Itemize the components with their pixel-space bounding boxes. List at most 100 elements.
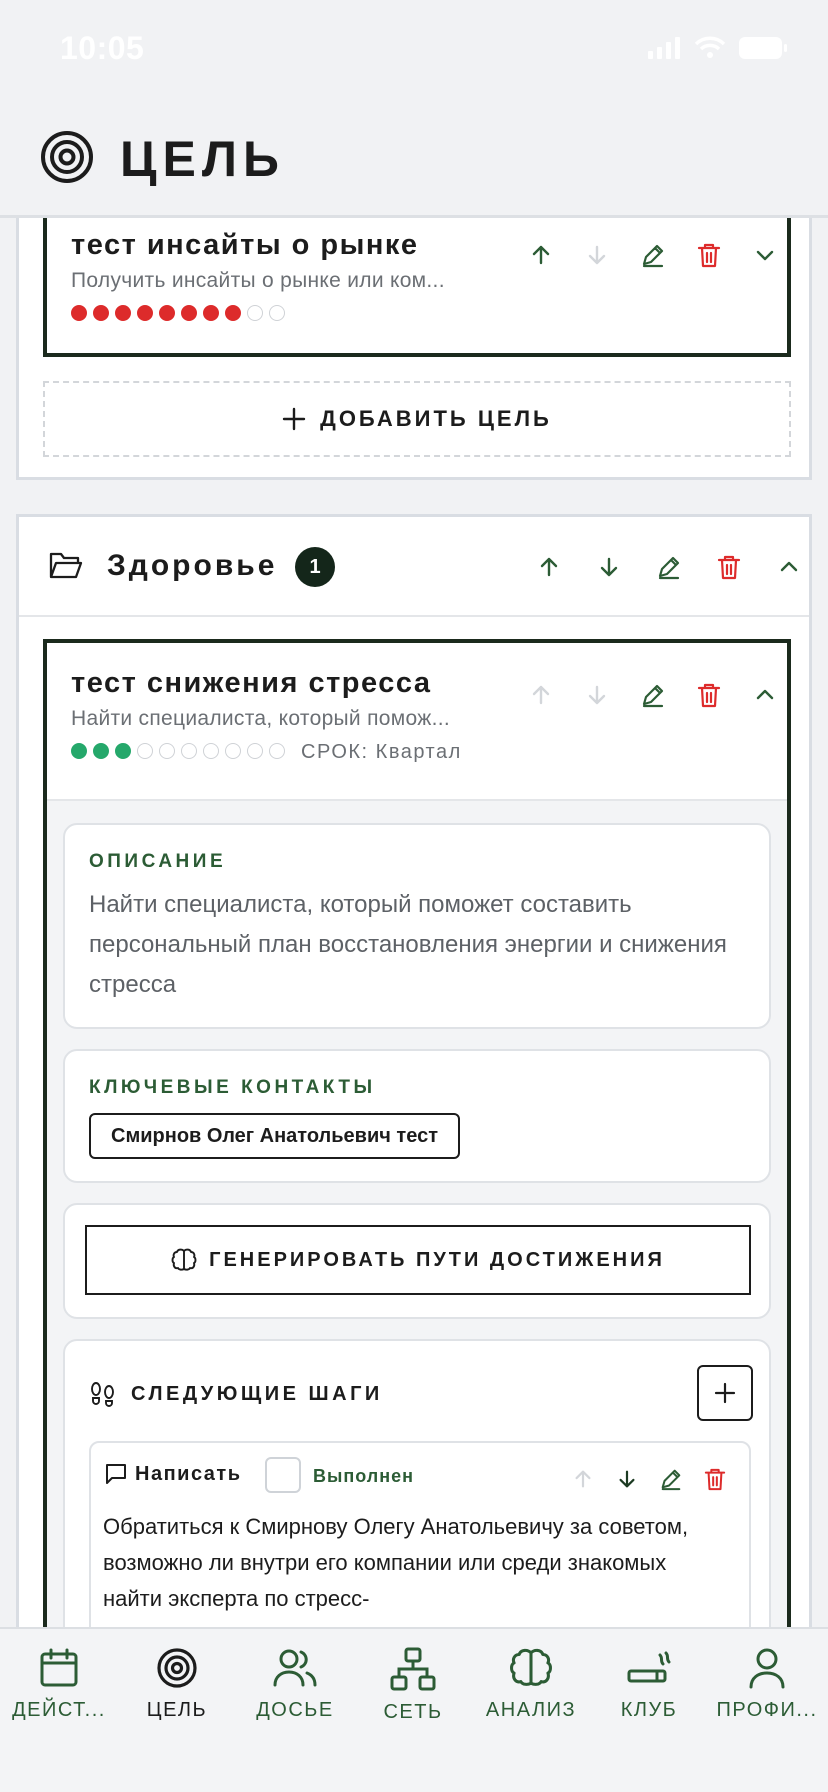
bottom-nav: ДЕЙСТ... ЦЕЛЬ ДОСЬЕ СЕТЬ АНАЛИЗ КЛУБ ПРО… [0, 1627, 828, 1792]
trash-icon [697, 243, 721, 268]
generate-paths-button[interactable]: ГЕНЕРИРОВАТЬ ПУТИ ДОСТИЖЕНИЯ [85, 1225, 751, 1295]
section-delete-button[interactable] [699, 545, 759, 589]
section-header[interactable]: Здоровье 1 [19, 517, 809, 617]
progress-dot-filled [159, 305, 175, 321]
pencil-icon [642, 684, 664, 708]
progress-dot-filled [93, 743, 109, 759]
contact-chip[interactable]: Смирнов Олег Анатольевич тест [89, 1113, 460, 1159]
progress-dot-filled [203, 305, 219, 321]
nav-item-analysis[interactable]: АНАЛИЗ [472, 1647, 590, 1722]
arrow-down-icon [600, 557, 618, 577]
step-move-down-button[interactable] [605, 1457, 649, 1501]
goal-section-health: Здоровье 1 тест снижения стресса Найти с… [16, 514, 812, 1627]
progress-dot-empty [247, 743, 263, 759]
plus-icon [282, 407, 306, 431]
step-done-checkbox[interactable] [265, 1457, 301, 1493]
goal-actions [513, 673, 793, 717]
contacts-label: КЛЮЧЕВЫЕ КОНТАКТЫ [89, 1077, 376, 1098]
goal-progress-dots [71, 743, 285, 759]
pencil-icon [642, 244, 664, 268]
message-square-icon [106, 1464, 126, 1484]
progress-dot-filled [115, 305, 131, 321]
progress-dot-empty [159, 743, 175, 759]
calendar-icon [40, 1648, 78, 1687]
nav-item-profile[interactable]: ПРОФИ... [708, 1647, 826, 1722]
signal-icon [648, 37, 680, 59]
progress-dot-filled [71, 743, 87, 759]
step-type: Написать [135, 1463, 242, 1485]
goal-card-header[interactable]: тест снижения стресса Найти специалиста,… [47, 643, 787, 801]
nav-item-dossier[interactable]: ДОСЬЕ [236, 1647, 354, 1722]
trash-icon [697, 683, 721, 708]
add-goal-button[interactable]: ДОБАВИТЬ ЦЕЛЬ [43, 381, 791, 457]
move-up-button[interactable] [513, 673, 569, 717]
generate-panel: ГЕНЕРИРОВАТЬ ПУТИ ДОСТИЖЕНИЯ [63, 1203, 771, 1319]
status-time: 10:05 [60, 30, 145, 66]
nav-label: ПРОФИ... [716, 1699, 818, 1721]
progress-dot-filled [115, 743, 131, 759]
generate-paths-label: ГЕНЕРИРОВАТЬ ПУТИ ДОСТИЖЕНИЯ [209, 1248, 665, 1271]
network-icon [390, 1647, 436, 1691]
goal-progress-dots [71, 305, 285, 321]
arrow-up-icon [532, 245, 550, 265]
expand-button[interactable] [737, 233, 793, 277]
progress-dot-empty [269, 305, 285, 321]
delete-button[interactable] [681, 233, 737, 277]
step-delete-button[interactable] [693, 1457, 737, 1501]
step-edit-button[interactable] [649, 1457, 693, 1501]
edit-button[interactable] [625, 233, 681, 277]
section-move-up-button[interactable] [519, 545, 579, 589]
move-down-button[interactable] [569, 673, 625, 717]
section-collapse-button[interactable] [759, 545, 819, 589]
move-down-button[interactable] [569, 233, 625, 277]
nav-item-goal[interactable]: ЦЕЛЬ [118, 1647, 236, 1722]
step-status-label: Выполнен [313, 1466, 414, 1486]
nav-item-actions[interactable]: ДЕЙСТ... [0, 1647, 118, 1722]
nav-label: СЕТЬ [383, 1701, 443, 1723]
pencil-icon [658, 556, 680, 580]
nav-item-network[interactable]: СЕТЬ [354, 1647, 472, 1724]
nav-label: КЛУБ [620, 1699, 678, 1721]
status-icons [648, 36, 788, 60]
move-up-button[interactable] [513, 233, 569, 277]
progress-dot-filled [137, 305, 153, 321]
chevron-up-icon [756, 689, 774, 700]
chevron-down-icon [756, 250, 774, 261]
next-steps-title: СЛЕДУЮЩИЕ ШАГИ [131, 1383, 383, 1405]
contacts-panel: КЛЮЧЕВЫЕ КОНТАКТЫ Смирнов Олег Анатольев… [63, 1049, 771, 1183]
goal-subtitle: Найти специалиста, который помож... [71, 707, 450, 730]
nav-label: ЦЕЛЬ [146, 1699, 208, 1721]
goal-subtitle: Получить инсайты о рынке или ком... [71, 269, 445, 292]
goal-card-expanded: тест снижения стресса Найти специалиста,… [43, 639, 791, 1627]
footprints-icon [91, 1382, 114, 1407]
section-move-down-button[interactable] [579, 545, 639, 589]
edit-button[interactable] [625, 673, 681, 717]
nav-label: ДОСЬЕ [256, 1699, 334, 1721]
folder-open-icon [49, 552, 83, 579]
step-move-up-button[interactable] [561, 1457, 605, 1501]
cigar-icon [627, 1651, 671, 1683]
step-card[interactable]: Написать Выполнен Обратиться к Смирнову … [89, 1441, 751, 1627]
target-icon [157, 1648, 197, 1688]
trash-icon [704, 1468, 726, 1491]
goal-title: тест снижения стресса [71, 667, 432, 699]
goals-scroll-area[interactable]: тест инсайты о рынке Получить инсайты о … [0, 218, 828, 1627]
goal-section-previous: тест инсайты о рынке Получить инсайты о … [16, 218, 812, 480]
progress-dot-empty [247, 305, 263, 321]
page-title: ЦЕЛЬ [120, 131, 285, 187]
step-actions [561, 1457, 737, 1501]
nav-item-club[interactable]: КЛУБ [590, 1647, 708, 1722]
arrow-up-icon [575, 1470, 591, 1488]
goal-card[interactable]: тест инсайты о рынке Получить инсайты о … [43, 218, 791, 357]
add-step-button[interactable] [697, 1365, 753, 1421]
progress-dot-empty [137, 743, 153, 759]
section-actions [519, 545, 819, 589]
page-header: ЦЕЛЬ [0, 100, 828, 218]
collapse-button[interactable] [737, 673, 793, 717]
progress-dot-filled [71, 305, 87, 321]
profile-icon [749, 1648, 785, 1689]
arrow-up-icon [540, 557, 558, 577]
pencil-icon [661, 1469, 681, 1491]
delete-button[interactable] [681, 673, 737, 717]
section-edit-button[interactable] [639, 545, 699, 589]
